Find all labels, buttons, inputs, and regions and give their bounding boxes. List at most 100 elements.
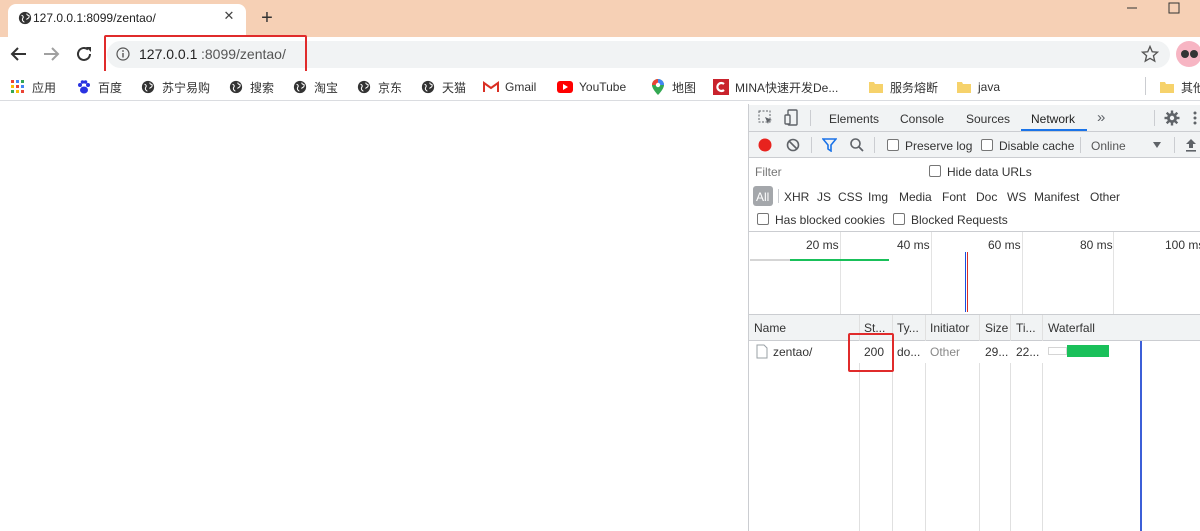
- tab-console[interactable]: Console: [900, 112, 944, 126]
- row-type: do...: [897, 345, 921, 359]
- status-highlight-box: [848, 333, 894, 372]
- settings-gear-icon[interactable]: [1164, 110, 1180, 126]
- waterfall-download-bar: [1067, 345, 1109, 357]
- globe-icon: [420, 79, 436, 95]
- filter-type-other[interactable]: Other: [1090, 190, 1120, 204]
- bookmark-jd[interactable]: 京东: [356, 78, 402, 96]
- bookmark-gmail[interactable]: Gmail: [483, 78, 536, 96]
- bookmark-mina[interactable]: MINA快速开发De...: [713, 78, 838, 96]
- waterfall-waiting-bar: [1048, 347, 1067, 355]
- bookmark-label: 服务熔断: [890, 80, 939, 95]
- divider: [1174, 137, 1175, 153]
- devtools-menu-icon[interactable]: [1192, 110, 1198, 126]
- column-waterfall[interactable]: Waterfall: [1048, 321, 1095, 335]
- bookmark-label: 搜索: [250, 80, 275, 95]
- bookmark-label: java: [978, 80, 1001, 94]
- bookmark-search[interactable]: 搜索: [228, 78, 274, 96]
- bookmark-taobao[interactable]: 淘宝: [292, 78, 338, 96]
- new-tab-button[interactable]: +: [258, 8, 276, 28]
- filter-type-ws[interactable]: WS: [1007, 190, 1026, 204]
- filter-type-all-label: All: [756, 190, 770, 204]
- grid-line: [840, 232, 841, 314]
- bookmark-youtube[interactable]: YouTube: [557, 78, 626, 96]
- record-icon[interactable]: [758, 138, 772, 152]
- divider: [810, 110, 811, 126]
- bookmark-folder-service[interactable]: 服务熔断: [868, 78, 938, 96]
- column-time[interactable]: Ti...: [1016, 321, 1036, 335]
- filter-type-manifest[interactable]: Manifest: [1034, 190, 1079, 204]
- load-event-marker: [967, 252, 968, 312]
- grid-line: [1022, 232, 1023, 314]
- search-icon[interactable]: [850, 138, 864, 152]
- grid-line: [1113, 232, 1114, 314]
- divider: [811, 137, 812, 153]
- bookmark-star-icon[interactable]: [1141, 45, 1159, 63]
- filter-type-xhr[interactable]: XHR: [784, 190, 809, 204]
- window-maximize-button[interactable]: [1165, 1, 1183, 17]
- globe-icon: [228, 79, 244, 95]
- bookmark-label: 苏宁易购: [162, 80, 211, 95]
- has-blocked-cookies-checkbox[interactable]: [757, 213, 769, 225]
- preserve-log-label: Preserve log: [905, 139, 973, 153]
- bookmark-label: 其他: [1181, 80, 1200, 95]
- filter-type-css[interactable]: CSS: [838, 190, 863, 204]
- filter-type-doc[interactable]: Doc: [976, 190, 997, 204]
- bookmark-suning[interactable]: 苏宁易购: [140, 78, 210, 96]
- document-file-icon: [756, 344, 768, 359]
- blocked-requests-checkbox[interactable]: [893, 213, 905, 225]
- throttling-select[interactable]: Online: [1091, 139, 1126, 153]
- profile-avatar[interactable]: [1176, 41, 1200, 67]
- column-type[interactable]: Ty...: [897, 321, 919, 335]
- bookmark-folder-other[interactable]: 其他: [1159, 78, 1200, 96]
- filter-input[interactable]: [752, 162, 917, 182]
- tick-label: 100 ms: [1165, 238, 1200, 252]
- device-toolbar-icon[interactable]: [784, 109, 800, 127]
- filter-type-js[interactable]: JS: [817, 190, 831, 204]
- globe-icon: [292, 79, 308, 95]
- inspect-element-icon[interactable]: [758, 110, 774, 126]
- folder-icon: [956, 79, 972, 95]
- filter-type-img[interactable]: Img: [868, 190, 888, 204]
- tick-label: 60 ms: [988, 238, 1021, 252]
- preserve-log-checkbox[interactable]: [887, 139, 899, 151]
- page-viewport: [0, 102, 748, 531]
- csdn-icon: [713, 79, 729, 95]
- grid-line: [931, 232, 932, 314]
- tick-label: 20 ms: [806, 238, 839, 252]
- bookmark-label: 应用: [32, 80, 57, 95]
- bookmark-apps[interactable]: 应用: [10, 78, 56, 96]
- tab-sources[interactable]: Sources: [966, 112, 1010, 126]
- row-initiator: Other: [930, 345, 961, 359]
- import-har-icon[interactable]: [1185, 138, 1197, 152]
- clear-icon[interactable]: [786, 138, 800, 152]
- globe-icon: [356, 79, 372, 95]
- youtube-icon: [557, 79, 573, 95]
- bookmark-baidu[interactable]: 百度: [76, 78, 122, 96]
- bookmark-maps[interactable]: 地图: [650, 78, 696, 96]
- back-button[interactable]: [10, 45, 28, 63]
- column-name[interactable]: Name: [754, 321, 786, 335]
- bookmark-label: MINA快速开发De...: [735, 80, 839, 95]
- waterfall-dcl-line: [1140, 341, 1142, 531]
- filter-funnel-icon[interactable]: [822, 138, 837, 152]
- network-toolbar: [749, 132, 1200, 158]
- column-size[interactable]: Size: [985, 321, 1008, 335]
- column-initiator[interactable]: Initiator: [930, 321, 969, 335]
- disable-cache-checkbox[interactable]: [981, 139, 993, 151]
- reload-button[interactable]: [75, 45, 93, 63]
- overview-download-bar: [790, 259, 889, 261]
- bookmark-folder-java[interactable]: java: [956, 78, 1000, 96]
- forward-button[interactable]: [42, 45, 60, 63]
- filter-type-font[interactable]: Font: [942, 190, 966, 204]
- gmail-icon: [483, 79, 499, 95]
- table-row[interactable]: [749, 341, 1200, 363]
- window-minimize-button[interactable]: [1118, 0, 1146, 18]
- tab-elements[interactable]: Elements: [829, 112, 879, 126]
- tab-close-icon[interactable]: ✕: [220, 7, 238, 25]
- bookmark-label: 天猫: [442, 80, 467, 95]
- hide-data-urls-checkbox[interactable]: [929, 165, 941, 177]
- more-tabs-icon[interactable]: »: [1097, 109, 1105, 126]
- filter-type-media[interactable]: Media: [899, 190, 932, 204]
- tab-network[interactable]: Network: [1031, 112, 1075, 126]
- bookmark-tmall[interactable]: 天猫: [420, 78, 466, 96]
